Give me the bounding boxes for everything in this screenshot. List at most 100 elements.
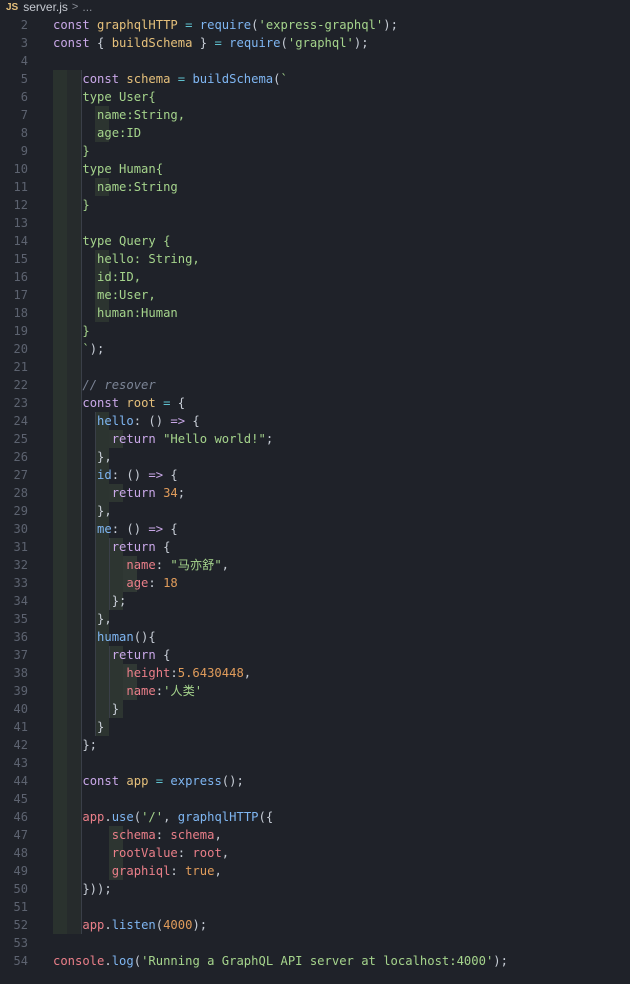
code-token: listen [111,918,156,932]
line-number: 23 [13,396,28,410]
code-token: . [104,954,112,968]
code-token: graphiql [111,864,171,878]
code-line[interactable]: 44 const app = express(); [0,772,630,790]
code-line[interactable]: 31 return { [0,538,630,556]
code-line[interactable]: 21 [0,358,630,376]
code-line[interactable]: 50 })); [0,880,630,898]
code-token: = [155,396,178,410]
code-text: human:Human [53,304,178,322]
code-line[interactable]: 29 }, [0,502,630,520]
code-line[interactable]: 24 hello: () => { [0,412,630,430]
code-line[interactable]: 17 me:User, [0,286,630,304]
code-line[interactable]: 49 graphiql: true, [0,862,630,880]
code-line[interactable]: 6 type User{ [0,88,630,106]
line-number: 36 [13,630,28,644]
code-token: }, [53,612,112,626]
code-line[interactable]: 53 [0,934,630,952]
code-line[interactable]: 28 return 34; [0,484,630,502]
code-text: app.listen(4000); [53,916,207,934]
code-line[interactable]: 30 me: () => { [0,520,630,538]
code-line[interactable]: 3 const { buildSchema } = require('graphq… [0,34,630,52]
code-token: ( [273,72,281,86]
line-number: 37 [13,648,28,662]
line-number: 43 [13,756,28,770]
line-number: 54 [13,954,28,968]
code-line[interactable]: 4 [0,52,630,70]
code-line[interactable]: 34 }; [0,592,630,610]
code-line[interactable]: 10 type Human{ [0,160,630,178]
code-line[interactable]: 39 name:'人类' [0,682,630,700]
code-line[interactable]: 43 [0,754,630,772]
code-line[interactable]: 7 name:String, [0,106,630,124]
line-number: 13 [13,216,28,230]
line-number: 26 [13,450,28,464]
code-lines[interactable]: 1const express = require('express');2con… [0,0,630,984]
code-token: }; [53,594,127,608]
code-line[interactable]: 46 app.use('/', graphqlHTTP({ [0,808,630,826]
code-line[interactable]: 27 id: () => { [0,466,630,484]
code-token: name:String [97,180,178,194]
code-line[interactable]: 15 hello: String, [0,250,630,268]
code-line[interactable]: 47 schema: schema, [0,826,630,844]
code-line[interactable]: 16 id:ID, [0,268,630,286]
code-line[interactable]: 52 app.listen(4000); [0,916,630,934]
code-line[interactable]: 22 // resover [0,376,630,394]
code-line[interactable]: 33 age: 18 [0,574,630,592]
code-line[interactable]: 51 [0,898,630,916]
code-token: rootValue [111,846,178,860]
code-line[interactable]: 41 } [0,718,630,736]
code-line[interactable]: 40 } [0,700,630,718]
code-token: { [163,648,171,662]
code-line[interactable]: 26 }, [0,448,630,466]
code-line[interactable]: 2 const graphqlHTTP = require('express-gr… [0,16,630,34]
code-line[interactable]: 14 type Query { [0,232,630,250]
code-line[interactable]: 37 return { [0,646,630,664]
code-line[interactable]: 9 } [0,142,630,160]
code-text: // resover [53,376,156,394]
javascript-file-icon: JS [6,1,19,13]
code-text: name:'人类' [53,682,202,700]
code-token: 'Running a GraphQL API server at localho… [141,954,494,968]
code-token: buildSchema [111,36,193,50]
code-token: }; [53,738,98,752]
code-line[interactable]: 25 return "Hello world!"; [0,430,630,448]
code-line[interactable]: 42 }; [0,736,630,754]
code-line[interactable]: 35 }, [0,610,630,628]
code-line[interactable]: 23 const root = { [0,394,630,412]
breadcrumb-file-name[interactable]: server.js [23,0,68,14]
code-line[interactable]: 5 const schema = buildSchema(` [0,70,630,88]
code-text: rootValue: root, [53,844,229,862]
code-line[interactable]: 18 human:Human [0,304,630,322]
code-text: age: 18 [53,574,177,592]
code-text: type Query { [53,232,170,250]
code-token: graphqlHTTP [97,18,178,32]
code-line[interactable]: 45 [0,790,630,808]
code-line[interactable]: 48 rootValue: root, [0,844,630,862]
code-line[interactable]: 12 } [0,196,630,214]
code-line[interactable]: 20 `); [0,340,630,358]
code-line[interactable]: 36 human(){ [0,628,630,646]
line-number: 27 [13,468,28,482]
code-token: : [155,684,164,698]
code-token: : () [111,468,149,482]
code-line[interactable]: 13 [0,214,630,232]
code-line[interactable]: 38 height:5.6430448, [0,664,630,682]
code-editor[interactable]: JS server.js > ... 1const express = requ… [0,0,630,984]
code-token: } [82,198,90,212]
breadcrumb-more[interactable]: ... [82,0,92,14]
code-token: // resover [82,378,156,392]
code-token: ); [89,342,105,356]
code-line[interactable]: 11 name:String [0,178,630,196]
code-line[interactable]: 54 console.log('Running a GraphQL API ser… [0,952,630,970]
code-line[interactable]: 8 age:ID [0,124,630,142]
code-line[interactable]: 19 } [0,322,630,340]
code-token: ); [493,954,508,968]
code-line[interactable]: 32 name: "马亦舒", [0,556,630,574]
